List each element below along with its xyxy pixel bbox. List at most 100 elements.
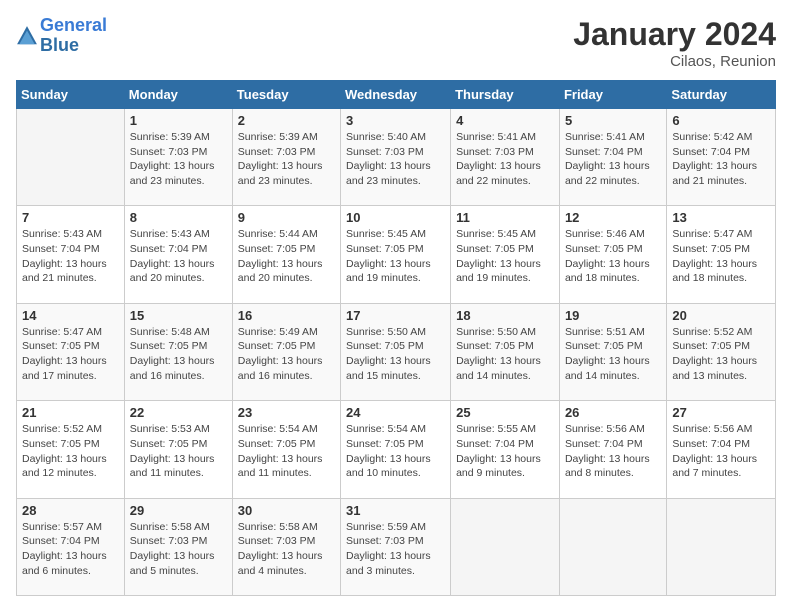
day-number: 12 [565, 210, 661, 225]
day-number: 5 [565, 113, 661, 128]
daylight-text: Daylight: 13 hours and 17 minutes. [22, 354, 119, 383]
day-number: 18 [456, 308, 554, 323]
calendar-cell: 14 Sunrise: 5:47 AM Sunset: 7:05 PM Dayl… [17, 303, 125, 400]
day-number: 23 [238, 405, 335, 420]
daylight-text: Daylight: 13 hours and 21 minutes. [22, 257, 119, 286]
day-detail: Sunrise: 5:39 AM Sunset: 7:03 PM Dayligh… [238, 130, 335, 189]
sunrise-text: Sunrise: 5:59 AM [346, 520, 445, 535]
day-detail: Sunrise: 5:41 AM Sunset: 7:03 PM Dayligh… [456, 130, 554, 189]
day-detail: Sunrise: 5:49 AM Sunset: 7:05 PM Dayligh… [238, 325, 335, 384]
sunset-text: Sunset: 7:03 PM [346, 145, 445, 160]
calendar-header-row: Sunday Monday Tuesday Wednesday Thursday… [17, 81, 776, 109]
day-detail: Sunrise: 5:55 AM Sunset: 7:04 PM Dayligh… [456, 422, 554, 481]
day-detail: Sunrise: 5:53 AM Sunset: 7:05 PM Dayligh… [130, 422, 227, 481]
day-detail: Sunrise: 5:56 AM Sunset: 7:04 PM Dayligh… [672, 422, 770, 481]
sunset-text: Sunset: 7:05 PM [346, 437, 445, 452]
sunrise-text: Sunrise: 5:47 AM [22, 325, 119, 340]
daylight-text: Daylight: 13 hours and 19 minutes. [346, 257, 445, 286]
day-detail: Sunrise: 5:59 AM Sunset: 7:03 PM Dayligh… [346, 520, 445, 579]
sunset-text: Sunset: 7:05 PM [238, 242, 335, 257]
daylight-text: Daylight: 13 hours and 5 minutes. [130, 549, 227, 578]
daylight-text: Daylight: 13 hours and 23 minutes. [130, 159, 227, 188]
day-number: 8 [130, 210, 227, 225]
calendar-week-row: 28 Sunrise: 5:57 AM Sunset: 7:04 PM Dayl… [17, 498, 776, 595]
calendar-cell: 29 Sunrise: 5:58 AM Sunset: 7:03 PM Dayl… [124, 498, 232, 595]
day-detail: Sunrise: 5:46 AM Sunset: 7:05 PM Dayligh… [565, 227, 661, 286]
calendar-cell: 8 Sunrise: 5:43 AM Sunset: 7:04 PM Dayli… [124, 206, 232, 303]
daylight-text: Daylight: 13 hours and 3 minutes. [346, 549, 445, 578]
daylight-text: Daylight: 13 hours and 9 minutes. [456, 452, 554, 481]
calendar-cell: 23 Sunrise: 5:54 AM Sunset: 7:05 PM Dayl… [232, 401, 340, 498]
calendar-table: Sunday Monday Tuesday Wednesday Thursday… [16, 80, 776, 596]
daylight-text: Daylight: 13 hours and 10 minutes. [346, 452, 445, 481]
daylight-text: Daylight: 13 hours and 15 minutes. [346, 354, 445, 383]
daylight-text: Daylight: 13 hours and 16 minutes. [238, 354, 335, 383]
sunrise-text: Sunrise: 5:52 AM [22, 422, 119, 437]
day-number: 27 [672, 405, 770, 420]
logo-line1: General [40, 15, 107, 35]
sunrise-text: Sunrise: 5:50 AM [346, 325, 445, 340]
logo-text: General Blue [40, 16, 107, 56]
sunrise-text: Sunrise: 5:52 AM [672, 325, 770, 340]
day-number: 30 [238, 503, 335, 518]
day-number: 25 [456, 405, 554, 420]
day-detail: Sunrise: 5:52 AM Sunset: 7:05 PM Dayligh… [22, 422, 119, 481]
sunset-text: Sunset: 7:05 PM [672, 242, 770, 257]
sunrise-text: Sunrise: 5:51 AM [565, 325, 661, 340]
day-detail: Sunrise: 5:48 AM Sunset: 7:05 PM Dayligh… [130, 325, 227, 384]
calendar-week-row: 21 Sunrise: 5:52 AM Sunset: 7:05 PM Dayl… [17, 401, 776, 498]
daylight-text: Daylight: 13 hours and 20 minutes. [130, 257, 227, 286]
calendar-cell: 24 Sunrise: 5:54 AM Sunset: 7:05 PM Dayl… [341, 401, 451, 498]
day-detail: Sunrise: 5:52 AM Sunset: 7:05 PM Dayligh… [672, 325, 770, 384]
sunset-text: Sunset: 7:05 PM [456, 339, 554, 354]
calendar-cell: 9 Sunrise: 5:44 AM Sunset: 7:05 PM Dayli… [232, 206, 340, 303]
calendar-cell: 4 Sunrise: 5:41 AM Sunset: 7:03 PM Dayli… [451, 109, 560, 206]
sunset-text: Sunset: 7:03 PM [346, 534, 445, 549]
day-number: 14 [22, 308, 119, 323]
sunrise-text: Sunrise: 5:48 AM [130, 325, 227, 340]
calendar-cell: 30 Sunrise: 5:58 AM Sunset: 7:03 PM Dayl… [232, 498, 340, 595]
calendar-cell: 1 Sunrise: 5:39 AM Sunset: 7:03 PM Dayli… [124, 109, 232, 206]
day-detail: Sunrise: 5:58 AM Sunset: 7:03 PM Dayligh… [130, 520, 227, 579]
calendar-cell: 5 Sunrise: 5:41 AM Sunset: 7:04 PM Dayli… [559, 109, 666, 206]
calendar-cell: 2 Sunrise: 5:39 AM Sunset: 7:03 PM Dayli… [232, 109, 340, 206]
day-number: 6 [672, 113, 770, 128]
daylight-text: Daylight: 13 hours and 23 minutes. [346, 159, 445, 188]
col-friday: Friday [559, 81, 666, 109]
sunrise-text: Sunrise: 5:39 AM [130, 130, 227, 145]
calendar-cell: 10 Sunrise: 5:45 AM Sunset: 7:05 PM Dayl… [341, 206, 451, 303]
day-number: 28 [22, 503, 119, 518]
daylight-text: Daylight: 13 hours and 8 minutes. [565, 452, 661, 481]
day-detail: Sunrise: 5:45 AM Sunset: 7:05 PM Dayligh… [346, 227, 445, 286]
title-block: January 2024 Cilaos, Reunion [573, 16, 776, 70]
sunset-text: Sunset: 7:05 PM [22, 437, 119, 452]
logo: General Blue [16, 16, 107, 56]
calendar-cell: 28 Sunrise: 5:57 AM Sunset: 7:04 PM Dayl… [17, 498, 125, 595]
sunset-text: Sunset: 7:04 PM [22, 534, 119, 549]
sunrise-text: Sunrise: 5:39 AM [238, 130, 335, 145]
sunset-text: Sunset: 7:03 PM [130, 145, 227, 160]
day-number: 11 [456, 210, 554, 225]
sunset-text: Sunset: 7:05 PM [456, 242, 554, 257]
day-detail: Sunrise: 5:47 AM Sunset: 7:05 PM Dayligh… [22, 325, 119, 384]
sunset-text: Sunset: 7:03 PM [130, 534, 227, 549]
sunrise-text: Sunrise: 5:56 AM [672, 422, 770, 437]
sunset-text: Sunset: 7:05 PM [565, 242, 661, 257]
sunset-text: Sunset: 7:03 PM [238, 534, 335, 549]
sunset-text: Sunset: 7:05 PM [22, 339, 119, 354]
main-title: January 2024 [573, 16, 776, 53]
sunset-text: Sunset: 7:05 PM [565, 339, 661, 354]
day-number: 13 [672, 210, 770, 225]
sunset-text: Sunset: 7:04 PM [456, 437, 554, 452]
sunrise-text: Sunrise: 5:43 AM [22, 227, 119, 242]
day-number: 17 [346, 308, 445, 323]
day-number: 20 [672, 308, 770, 323]
sunset-text: Sunset: 7:05 PM [130, 339, 227, 354]
day-detail: Sunrise: 5:56 AM Sunset: 7:04 PM Dayligh… [565, 422, 661, 481]
calendar-cell: 19 Sunrise: 5:51 AM Sunset: 7:05 PM Dayl… [559, 303, 666, 400]
sunrise-text: Sunrise: 5:53 AM [130, 422, 227, 437]
sunrise-text: Sunrise: 5:44 AM [238, 227, 335, 242]
subtitle: Cilaos, Reunion [573, 53, 776, 70]
day-detail: Sunrise: 5:47 AM Sunset: 7:05 PM Dayligh… [672, 227, 770, 286]
sunset-text: Sunset: 7:05 PM [672, 339, 770, 354]
